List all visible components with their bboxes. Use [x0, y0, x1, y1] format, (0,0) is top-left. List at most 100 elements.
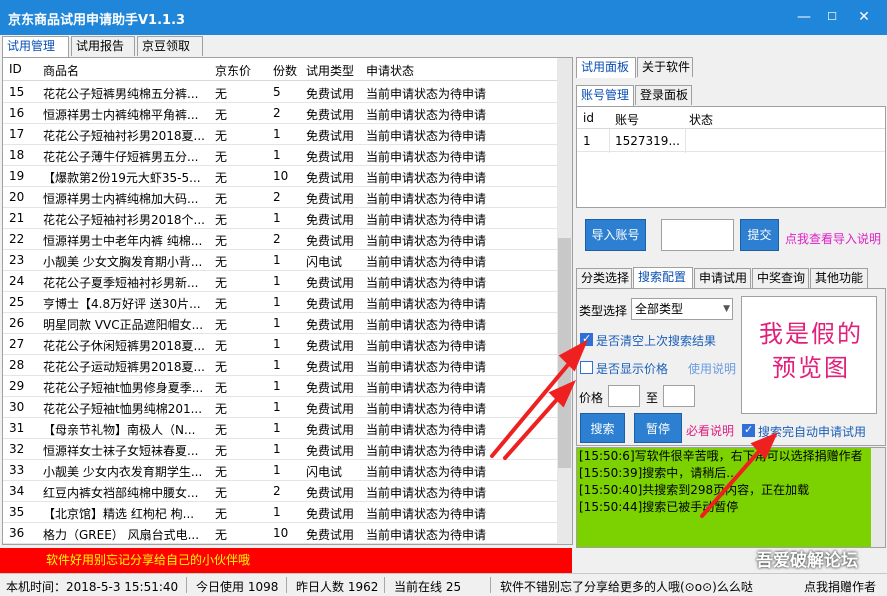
tab-other-functions[interactable]: 其他功能: [810, 268, 868, 288]
header-trial-type[interactable]: 试用类型: [306, 62, 361, 79]
table-cell: 1: [273, 421, 281, 435]
table-cell: 无: [215, 360, 228, 374]
grid-scroll-thumb[interactable]: [558, 238, 571, 468]
table-cell: 无: [215, 234, 228, 248]
tab-jingdou-claim[interactable]: 京豆领取: [137, 36, 203, 56]
table-cell: 1: [273, 295, 281, 309]
table-row[interactable]: 33 小靓美 少女内衣发育期学生... 无 1 闪电试 当前申请状态为待申请: [3, 460, 559, 481]
clear-last-checkbox[interactable]: [580, 332, 593, 346]
table-cell: 免费试用: [306, 171, 355, 185]
table-row[interactable]: 19 【爆款第2份19元大虾35-5... 无 10 免费试用 当前申请状态为待申请: [3, 166, 559, 187]
table-cell: 【爆款第2份19元大虾35-5...: [43, 171, 201, 185]
close-button[interactable]: ✕: [852, 6, 876, 28]
table-row[interactable]: 26 明星同款 VVC正品遮阳帽女... 无 1 免费试用 当前申请状态为待申请: [3, 313, 559, 334]
table-cell: 无: [215, 192, 228, 206]
table-cell: 30: [9, 400, 25, 414]
tab-trial-management[interactable]: 试用管理: [2, 36, 69, 57]
import-help-link[interactable]: 点我查看导入说明: [785, 230, 881, 247]
tab-trial-report[interactable]: 试用报告: [71, 36, 135, 56]
table-row[interactable]: 22 恒源祥男士中老年内裤 纯棉... 无 2 免费试用 当前申请状态为待申请: [3, 229, 559, 250]
table-row[interactable]: 15 花花公子短裤男纯棉五分裤... 无 5 免费试用 当前申请状态为待申请: [3, 82, 559, 103]
log-scrollbar[interactable]: [871, 448, 885, 547]
table-row[interactable]: 36 格力（GREE） 风扇台式电... 无 10 免费试用 当前申请状态为待申请: [3, 523, 559, 544]
watermark: 吾爱破解论坛: [756, 551, 858, 571]
table-cell: 闪电试: [306, 465, 343, 479]
header-apply-status[interactable]: 申请状态: [366, 62, 556, 79]
table-cell: 无: [215, 297, 228, 311]
table-cell: 当前申请状态为待申请: [366, 318, 487, 332]
table-row[interactable]: 16 恒源祥男士内裤纯棉平角裤... 无 2 免费试用 当前申请状态为待申请: [3, 103, 559, 124]
header-quantity[interactable]: 份数: [273, 62, 301, 79]
clear-last-label[interactable]: 是否清空上次搜索结果: [596, 332, 716, 349]
product-grid[interactable]: ID 商品名 京东价 份数 试用类型 申请状态 15 花花公子短裤男纯棉五分裤..…: [2, 57, 573, 545]
table-cell: 无: [215, 402, 228, 416]
table-row[interactable]: 25 亨博士【4.8万好评 送30片... 无 1 免费试用 当前申请状态为待申请: [3, 292, 559, 313]
tab-category-select[interactable]: 分类选择: [576, 268, 632, 288]
table-cell: 10: [273, 169, 289, 183]
header-id[interactable]: ID: [9, 62, 37, 76]
pause-button[interactable]: 暂停: [634, 413, 682, 443]
table-row[interactable]: 30 花花公子短袖t恤男纯棉201... 无 1 免费试用 当前申请状态为待申请: [3, 397, 559, 418]
must-read-link[interactable]: 必看说明: [686, 422, 734, 439]
table-cell: 1: [273, 253, 281, 267]
table-row[interactable]: 24 花花公子夏季短袖衬衫男新... 无 1 免费试用 当前申请状态为待申请: [3, 271, 559, 292]
local-time: 本机时间：2018-5-3 15:51:40: [6, 580, 179, 594]
table-row[interactable]: 27 花花公子休闲短裤男2018夏... 无 1 免费试用 当前申请状态为待申请: [3, 334, 559, 355]
table-row[interactable]: 29 花花公子短袖t恤男修身夏季... 无 1 免费试用 当前申请状态为待申请: [3, 376, 559, 397]
tab-search-config[interactable]: 搜索配置: [633, 267, 693, 288]
table-row[interactable]: 28 花花公子运动短裤男2018夏... 无 1 免费试用 当前申请状态为待申请: [3, 355, 559, 376]
show-price-checkbox[interactable]: [580, 361, 593, 374]
table-row[interactable]: 17 花花公子短袖衬衫男2018夏... 无 1 免费试用 当前申请状态为待申请: [3, 124, 559, 145]
donate-link[interactable]: 点我捐赠作者: [804, 578, 876, 595]
table-cell: 花花公子短袖t恤男修身夏季...: [43, 381, 204, 395]
header-jd-price[interactable]: 京东价: [215, 62, 255, 79]
table-row[interactable]: 34 红豆内裤女裆部纯棉中腰女... 无 2 免费试用 当前申请状态为待申请: [3, 481, 559, 502]
table-row[interactable]: 20 恒源祥男士内裤纯棉加大码... 无 2 免费试用 当前申请状态为待申请: [3, 187, 559, 208]
import-account-button[interactable]: 导入账号: [585, 219, 646, 251]
tab-account-management[interactable]: 账号管理: [576, 85, 634, 106]
account-list[interactable]: id 账号 状态 1 1527319...: [576, 106, 886, 208]
minimize-button[interactable]: —: [792, 6, 816, 28]
type-select[interactable]: 全部类型 ▼: [631, 298, 733, 320]
log-line: [15:50:6]写软件很辛苦哦，右下角可以选择捐赠作者: [579, 449, 863, 463]
table-cell: 2: [273, 484, 281, 498]
tab-login-panel[interactable]: 登录面板: [635, 85, 692, 105]
show-price-label[interactable]: 是否显示价格: [596, 360, 668, 377]
table-cell: 无: [215, 171, 228, 185]
table-row[interactable]: 32 恒源祥女士袜子女短袜春夏... 无 1 免费试用 当前申请状态为待申请: [3, 439, 559, 460]
table-cell: 花花公子短袖衬衫男2018夏...: [43, 129, 205, 143]
search-button[interactable]: 搜索: [580, 413, 625, 443]
auto-apply-checkbox[interactable]: [742, 423, 755, 437]
tab-trial-panel[interactable]: 试用面板: [576, 57, 636, 78]
table-cell: 当前申请状态为待申请: [366, 234, 487, 248]
submit-button[interactable]: 提交: [740, 219, 779, 251]
table-cell: 1: [273, 463, 281, 477]
table-cell: 花花公子夏季短袖衬衫男新...: [43, 276, 199, 290]
price-max-input[interactable]: [663, 385, 695, 407]
tab-apply-trial[interactable]: 申请试用: [694, 268, 751, 288]
grid-scrollbar[interactable]: [557, 58, 572, 544]
type-select-label: 类型选择: [579, 304, 628, 318]
account-row[interactable]: 1 1527319...: [577, 130, 885, 152]
table-cell: 27: [9, 337, 25, 351]
maximize-button[interactable]: ☐: [820, 6, 844, 28]
tab-winning-query[interactable]: 中奖查询: [752, 268, 809, 288]
table-cell: 无: [215, 108, 228, 122]
tab-about-software[interactable]: 关于软件: [637, 57, 693, 77]
table-cell: 20: [9, 190, 25, 204]
table-cell: 恒源祥男士中老年内裤 纯棉...: [43, 234, 203, 248]
table-cell: 21: [9, 211, 25, 225]
log-panel[interactable]: [15:50:6]写软件很辛苦哦，右下角可以选择捐赠作者 [15:50:39]搜…: [576, 447, 886, 548]
usage-help-link[interactable]: 使用说明: [688, 360, 736, 377]
price-label: 价格: [579, 391, 604, 405]
table-row[interactable]: 21 花花公子短袖衬衫男2018个... 无 1 免费试用 当前申请状态为待申请: [3, 208, 559, 229]
table-cell: 恒源祥女士袜子女短袜春夏...: [43, 444, 199, 458]
import-input[interactable]: [661, 219, 734, 251]
price-min-input[interactable]: [608, 385, 640, 407]
table-row[interactable]: 31 【母亲节礼物】南极人（N... 无 1 免费试用 当前申请状态为待申请: [3, 418, 559, 439]
table-row[interactable]: 18 花花公子薄牛仔短裤男五分... 无 1 免费试用 当前申请状态为待申请: [3, 145, 559, 166]
header-product-name[interactable]: 商品名: [43, 62, 209, 79]
auto-apply-label[interactable]: 搜索完自动申请试用: [758, 423, 866, 440]
table-row[interactable]: 35 【北京馆】精选 红枸杞 枸... 无 1 免费试用 当前申请状态为待申请: [3, 502, 559, 523]
table-row[interactable]: 23 小靓美 少女文胸发育期小背... 无 1 闪电试 当前申请状态为待申请: [3, 250, 559, 271]
